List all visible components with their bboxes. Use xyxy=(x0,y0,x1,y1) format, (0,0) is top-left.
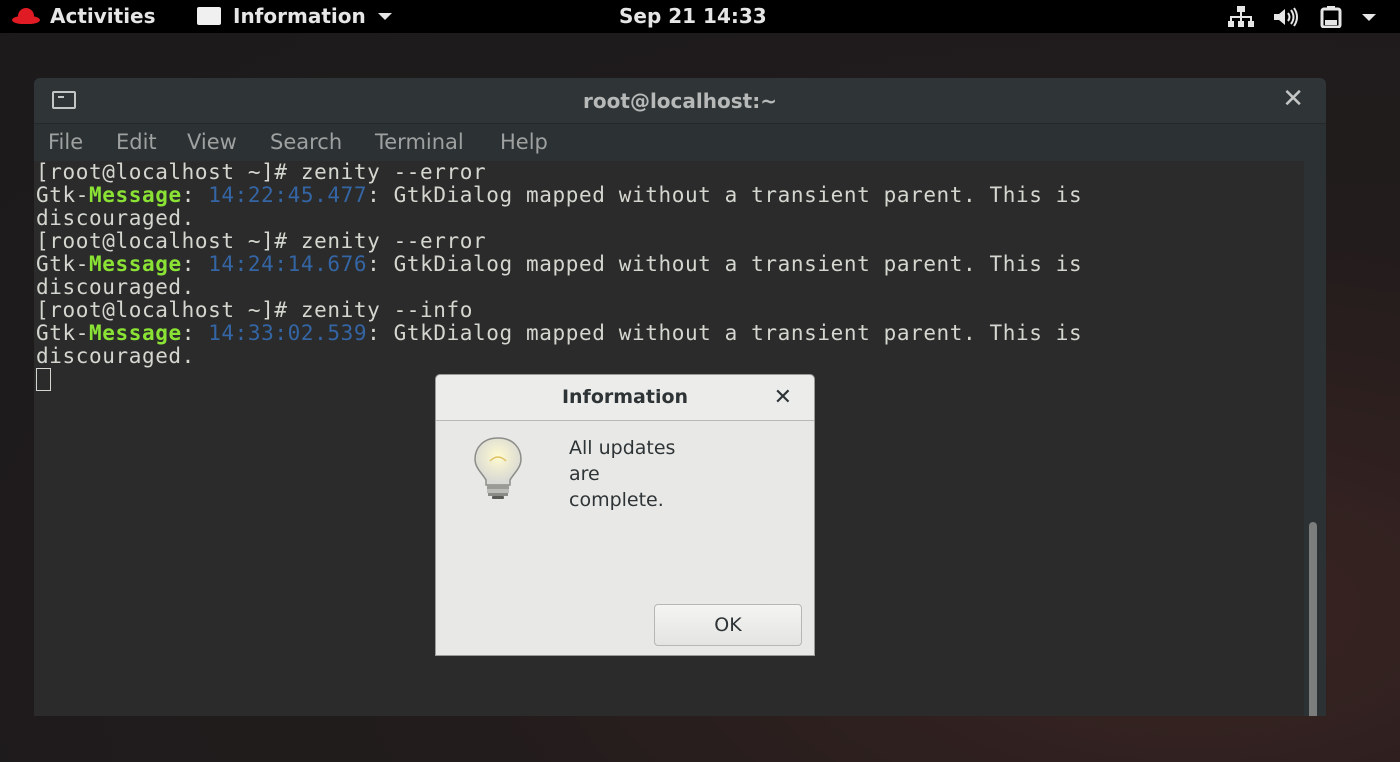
network-icon[interactable] xyxy=(1228,6,1254,28)
menu-terminal[interactable]: Terminal xyxy=(375,130,464,154)
menu-view[interactable]: View xyxy=(187,130,237,154)
terminal-line-rest: : GtkDialog mapped without a transient p… xyxy=(367,183,1083,207)
top-bar: Activities Information Sep 21 14:33 xyxy=(0,0,1400,33)
close-icon[interactable]: ✕ xyxy=(1282,86,1304,112)
app-menu-label: Information xyxy=(233,4,366,28)
menu-edit[interactable]: Edit xyxy=(116,130,157,154)
terminal-line: discouraged. xyxy=(36,275,195,299)
terminal-line-sep1: : xyxy=(181,252,209,276)
terminal-lines: [root@localhost ~]# zenity --error Gtk-Me… xyxy=(36,161,1082,391)
terminal-menubar: File Edit View Search Terminal Help xyxy=(34,123,1326,162)
terminal-line-rest: : GtkDialog mapped without a transient p… xyxy=(367,252,1083,276)
status-tray[interactable] xyxy=(1228,6,1376,28)
terminal-line: [root@localhost ~]# zenity --error xyxy=(36,160,487,184)
chevron-down-icon xyxy=(377,12,392,20)
terminal-line: [root@localhost ~]# zenity --info xyxy=(36,298,474,322)
system-menu-caret-icon[interactable] xyxy=(1362,13,1376,21)
terminal-line-prefix: Gtk- xyxy=(36,321,89,345)
volume-icon[interactable] xyxy=(1274,7,1300,27)
ok-button[interactable]: OK xyxy=(654,604,802,646)
dialog-message-line: are xyxy=(569,463,600,485)
dialog-title: Information xyxy=(561,386,689,408)
dialog-message: All updates are complete. xyxy=(569,435,739,513)
clock[interactable]: Sep 21 14:33 xyxy=(619,4,767,28)
terminal-line: discouraged. xyxy=(36,206,195,230)
terminal-line-tag: Message xyxy=(88,321,182,345)
terminal-line-tag: Message xyxy=(88,252,182,276)
app-menu[interactable]: Information xyxy=(197,4,392,28)
terminal-line-prefix: Gtk- xyxy=(36,252,89,276)
terminal-line-sep1: : xyxy=(181,183,209,207)
terminal-line-rest: : GtkDialog mapped without a transient p… xyxy=(367,321,1083,345)
information-dialog[interactable]: Information ✕ All updates are complete. … xyxy=(435,374,815,656)
activities-button[interactable]: Activities xyxy=(12,4,156,28)
dialog-titlebar[interactable]: Information ✕ xyxy=(436,375,814,421)
terminal-line-time: 14:24:14.676 xyxy=(208,252,368,276)
activities-label: Activities xyxy=(50,4,156,28)
terminal-line-tag: Message xyxy=(88,183,182,207)
menu-help[interactable]: Help xyxy=(500,130,548,154)
menu-file[interactable]: File xyxy=(48,130,83,154)
lightbulb-icon xyxy=(474,437,522,499)
terminal-line: [root@localhost ~]# zenity --error xyxy=(36,229,487,253)
text-cursor xyxy=(36,368,51,391)
terminal-titlebar[interactable]: root@localhost:~ ✕ xyxy=(34,78,1326,123)
terminal-line-time: 14:33:02.539 xyxy=(208,321,368,345)
dialog-message-line: All updates xyxy=(569,437,676,459)
terminal-line: Gtk-Message: 14:24:14.676: GtkDialog map… xyxy=(36,253,1082,276)
terminal-title: root@localhost:~ xyxy=(583,89,777,113)
close-icon[interactable]: ✕ xyxy=(774,385,792,410)
redhat-logo-icon xyxy=(12,6,40,26)
terminal-line: discouraged. xyxy=(36,344,195,368)
scrollbar-thumb[interactable] xyxy=(1309,522,1317,716)
battery-icon[interactable] xyxy=(1320,6,1342,28)
dialog-message-line: complete. xyxy=(569,489,664,511)
terminal-line: Gtk-Message: 14:22:45.477: GtkDialog map… xyxy=(36,184,1082,207)
menu-search[interactable]: Search xyxy=(270,130,342,154)
terminal-line-sep1: : xyxy=(181,321,209,345)
terminal-line-time: 14:22:45.477 xyxy=(208,183,368,207)
terminal-line-prefix: Gtk- xyxy=(36,183,89,207)
terminal-line: Gtk-Message: 14:33:02.539: GtkDialog map… xyxy=(36,322,1082,345)
app-window-icon xyxy=(197,7,221,25)
